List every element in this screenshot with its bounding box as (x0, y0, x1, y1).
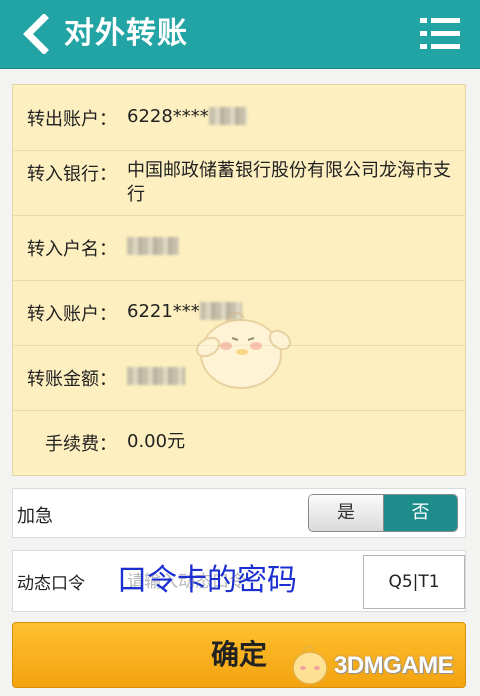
detail-label: 转出账户： (27, 109, 117, 130)
detail-value: 0.00元 (127, 431, 186, 452)
detail-row-to-bank: 转入银行： 中国邮政储蓄银行股份有限公司龙海市支行 (13, 150, 465, 216)
masked-text (208, 107, 247, 125)
dynamic-password-row: 动态口令 口令卡的密码 Q5|T1 (12, 550, 466, 612)
mascot-watermark-icon (195, 311, 292, 389)
urgent-option-row: 加急 是 否 (12, 488, 466, 538)
detail-label: 转入银行： (27, 164, 117, 185)
annotation-text: 口令卡的密码 (117, 563, 297, 598)
page-title: 对外转账 (64, 16, 188, 51)
detail-label: 转入户名： (27, 239, 117, 260)
list-menu-icon[interactable] (420, 16, 460, 52)
urgent-toggle[interactable]: 是 否 (308, 494, 458, 532)
watermark-text: 3DMGAME (334, 652, 454, 679)
masked-text (127, 367, 185, 385)
detail-row-payee-name: 转入户名： (13, 215, 465, 281)
urgent-no-option[interactable]: 否 (384, 495, 457, 531)
chevron-left-icon[interactable] (18, 14, 54, 54)
app-header: 对外转账 (0, 0, 480, 69)
detail-value (127, 235, 457, 259)
otp-card-code: Q5|T1 (363, 555, 465, 609)
detail-row-from-account: 转出账户： 6228**** (13, 85, 465, 151)
urgent-yes-option[interactable]: 是 (309, 495, 384, 531)
transfer-details-panel: 转出账户： 6228**** 转入银行： 中国邮政储蓄银行股份有限公司龙海市支行… (12, 84, 466, 476)
detail-value: 中国邮政储蓄银行股份有限公司龙海市支行 (127, 160, 451, 205)
detail-row-fee: 手续费： 0.00元 (13, 410, 465, 475)
detail-value: 6228**** (127, 105, 457, 129)
mascot-logo-icon (292, 645, 328, 685)
site-watermark: 3DMGAME (284, 636, 480, 696)
detail-label: 转账金额： (27, 369, 117, 390)
urgent-label: 加急 (17, 506, 53, 527)
masked-text (127, 237, 179, 255)
otp-label: 动态口令 (17, 574, 85, 594)
detail-label: 手续费： (45, 434, 117, 455)
detail-label: 转入账户： (27, 304, 117, 325)
